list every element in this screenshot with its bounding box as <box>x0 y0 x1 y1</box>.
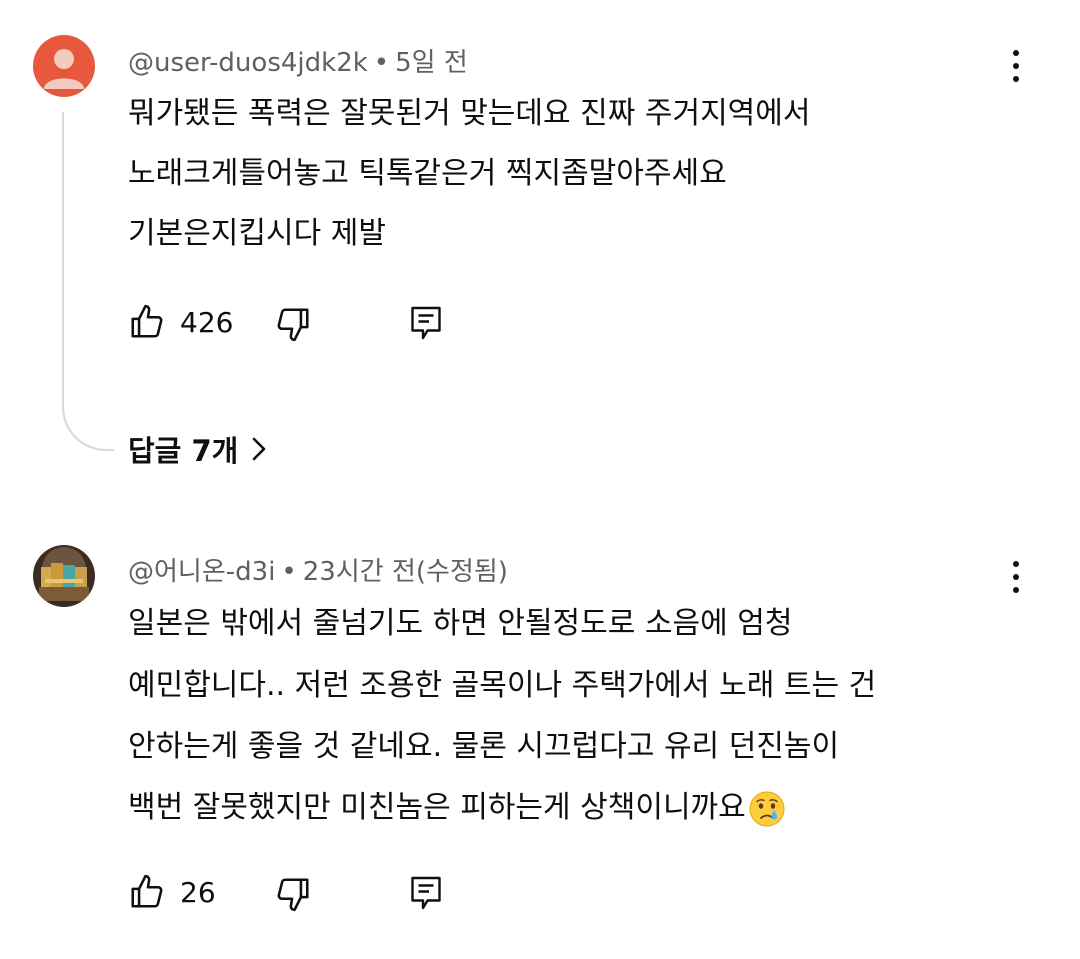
comment-meta: @어니온-d3i • 23시간 전(수정됨) <box>128 551 508 588</box>
thumbs-up-icon <box>131 874 163 908</box>
reply-button[interactable] <box>408 873 444 913</box>
meta-separator: • <box>281 557 297 587</box>
comment-text-line: 안하는게 좋을 것 같네요. 물론 시끄럽다고 유리 던진놈이 <box>128 729 840 764</box>
more-vertical-icon-dot <box>1013 587 1019 593</box>
timestamp: 23시간 전(수정됨) <box>302 557 508 587</box>
dislike-button[interactable] <box>274 875 312 913</box>
profile-photo-icon <box>33 545 95 607</box>
more-vertical-icon <box>1013 561 1019 567</box>
thumbs-down-icon <box>277 878 309 912</box>
more-vertical-icon-dot <box>1013 574 1019 580</box>
author-name[interactable]: @어니온-d3i <box>128 557 275 587</box>
more-options-button[interactable] <box>1000 553 1032 603</box>
comment-text-line: 일본은 밖에서 줄넘기도 하면 안될정도로 소음에 엄청 <box>128 606 793 641</box>
comment-text-line: 백번 잘못했지만 미친놈은 피하는게 상책이니까요 <box>128 790 746 825</box>
comment-text-line-with-emoji: 백번 잘못했지만 미친놈은 피하는게 상책이니까요 <box>128 788 786 828</box>
comment-text-line: 예민합니다.. 저런 조용한 골목이나 주택가에서 노래 트는 건 <box>128 668 877 703</box>
reply-comment-icon <box>411 876 441 910</box>
avatar[interactable] <box>33 545 95 607</box>
like-button[interactable]: 26 <box>128 873 216 911</box>
like-count: 26 <box>180 875 216 909</box>
comment-2: @어니온-d3i • 23시간 전(수정됨) 일본은 밖에서 줄넘기도 하면 안될정… <box>0 0 1080 959</box>
crying-face-emoji <box>749 791 785 826</box>
